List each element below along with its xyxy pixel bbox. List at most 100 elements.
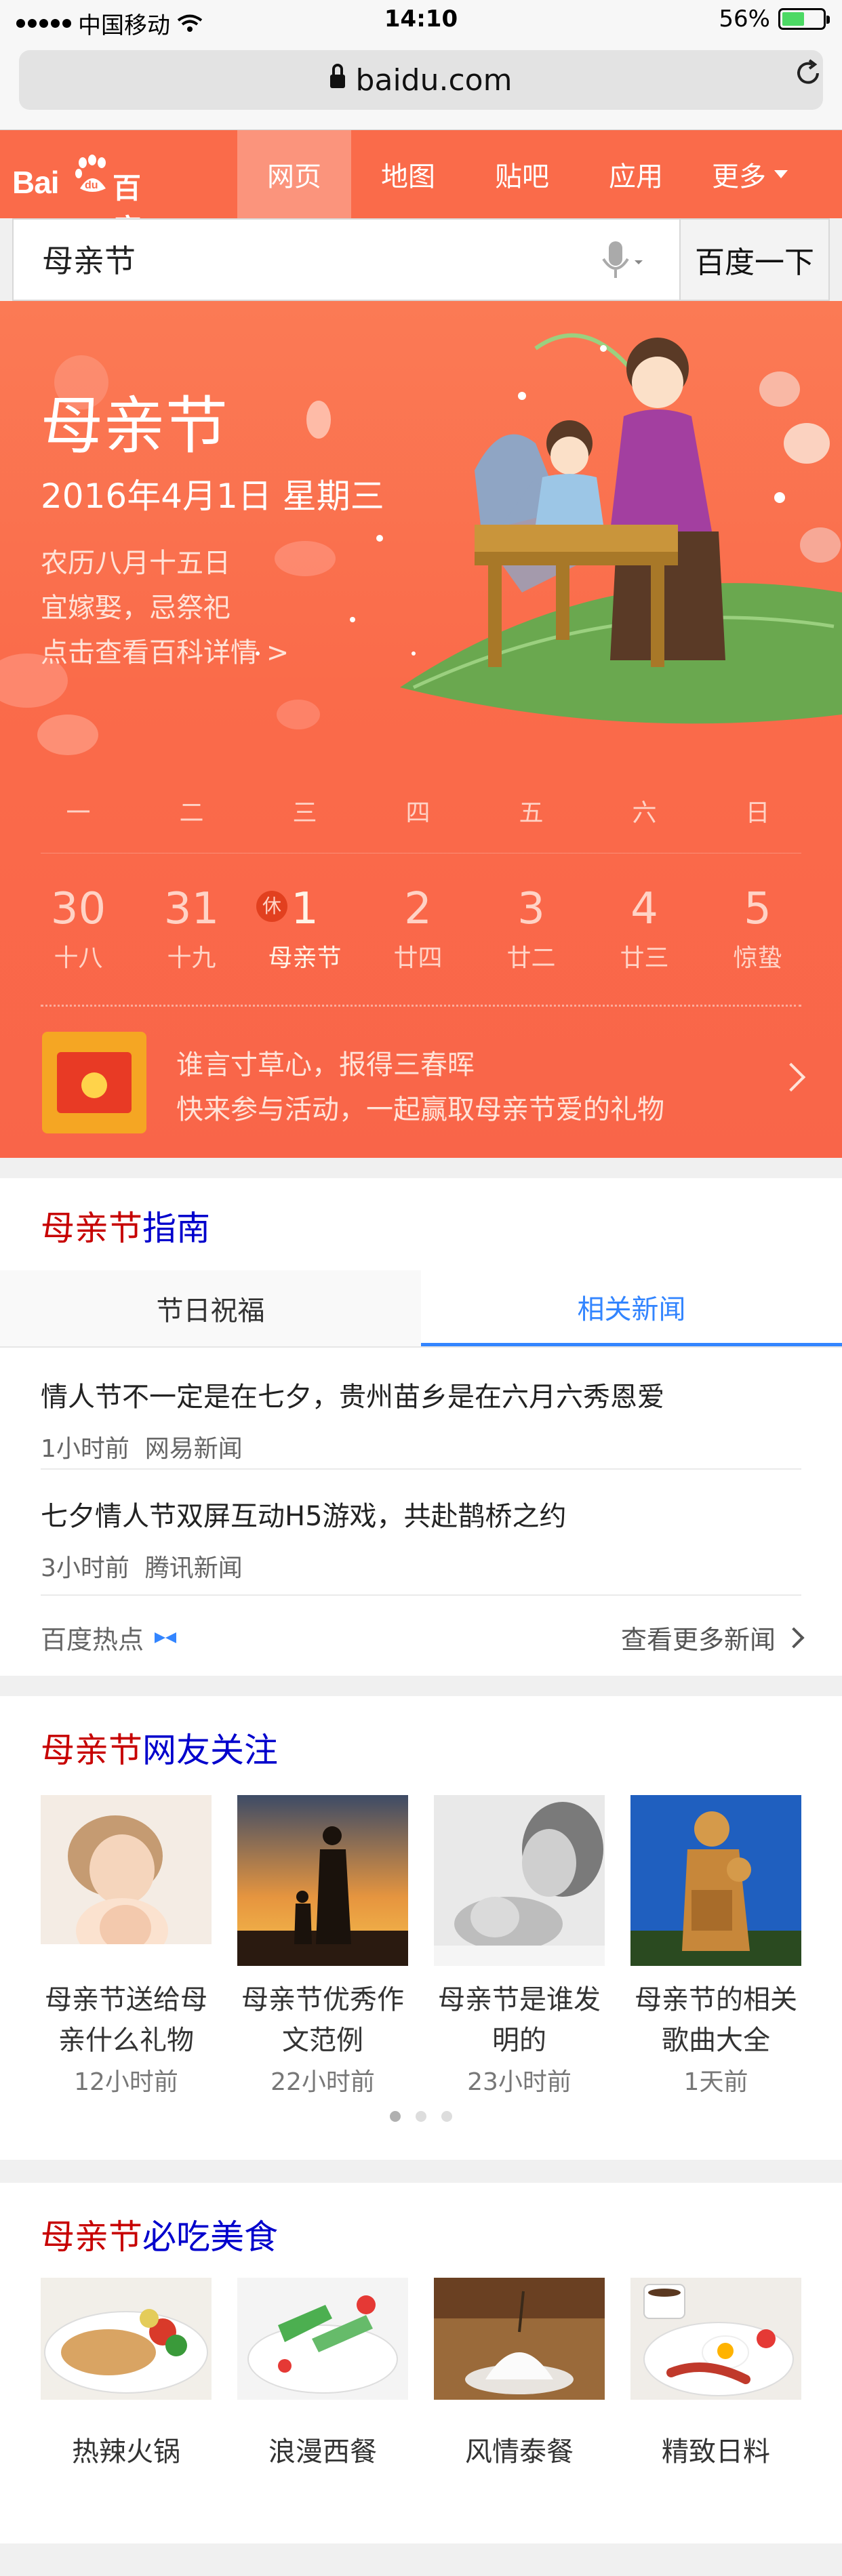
netizen-list: 母亲节送给母 亲什么礼物 12小时前 母亲节优秀作 文范例 22小时前 母亲节是… bbox=[41, 1795, 801, 2097]
red-envelope-icon bbox=[42, 1032, 146, 1133]
news-meta: 3小时前 腾讯新闻 bbox=[41, 1554, 243, 1582]
food-name: 热辣火锅 bbox=[72, 2436, 180, 2468]
nav-item-tieba[interactable]: 贴吧 bbox=[465, 130, 579, 218]
statue-photo bbox=[630, 1795, 801, 1966]
tab-greetings[interactable]: 节日祝福 bbox=[0, 1270, 421, 1346]
weekday-label: 二 bbox=[179, 799, 204, 827]
nav-item-apps[interactable]: 应用 bbox=[579, 130, 693, 218]
reload-icon[interactable] bbox=[793, 58, 823, 88]
guide-tabs: 节日祝福 相关新闻 bbox=[0, 1270, 842, 1348]
food-item[interactable]: 热辣火锅 bbox=[41, 2278, 212, 2469]
lock-icon bbox=[329, 64, 345, 89]
carousel-dot[interactable] bbox=[390, 2111, 401, 2122]
food-item[interactable]: 浪漫西餐 bbox=[237, 2278, 408, 2469]
calendar-day[interactable]: 31 十九 bbox=[135, 885, 248, 973]
logo-text: Bai bbox=[12, 165, 60, 200]
calendar-day[interactable]: 5 惊蛰 bbox=[701, 885, 814, 973]
nav-item-map[interactable]: 地图 bbox=[351, 130, 465, 218]
baidu-logo[interactable]: Bai du 百度 bbox=[12, 155, 161, 246]
news-title[interactable]: 情人节不一定是在七夕，贵州苗乡是在六月六秀恩爱 bbox=[41, 1375, 801, 1414]
dessert-photo bbox=[434, 2278, 605, 2400]
battery-info: 56% bbox=[719, 5, 830, 33]
calendar-day[interactable]: 4 廿三 bbox=[588, 885, 701, 973]
news-item[interactable]: 七夕情人节双屏互动H5游戏，共赴鹊桥之约 3小时前 腾讯新闻 bbox=[41, 1494, 801, 1584]
weekday-label: 六 bbox=[632, 799, 657, 827]
calendar-day[interactable]: 2 廿四 bbox=[361, 885, 475, 973]
more-news-link[interactable]: 查看更多新闻 bbox=[621, 1619, 805, 1656]
netizen-item[interactable]: 母亲节是谁发 明的 23小时前 bbox=[434, 1795, 605, 2097]
food-item[interactable]: 风情泰餐 bbox=[434, 2278, 605, 2469]
baike-link[interactable]: 点击查看百科详情 > bbox=[41, 630, 289, 670]
netizen-attention-card: 母亲节网友关注 母亲节送给母 亲什么礼物 12小时前 母亲节优秀作 文范例 22… bbox=[0, 1696, 842, 2160]
guide-card: 母亲节指南 节日祝福 相关新闻 情人节不一定是在七夕，贵州苗乡是在六月六秀恩爱 … bbox=[0, 1178, 842, 1676]
food-name: 风情泰餐 bbox=[465, 2436, 574, 2468]
item-time: 1天前 bbox=[683, 2068, 748, 2096]
news-divider bbox=[41, 1468, 801, 1470]
holiday-date: 2016年4月1日 星期三 bbox=[41, 477, 384, 516]
netizen-item[interactable]: 母亲节优秀作 文范例 22小时前 bbox=[237, 1795, 408, 2097]
breakfast-photo bbox=[630, 2278, 801, 2400]
weekday-label: 三 bbox=[292, 799, 317, 827]
netizen-item[interactable]: 母亲节的相关 歌曲大全 1天前 bbox=[630, 1795, 801, 2097]
holiday-badge: 休 bbox=[256, 891, 287, 922]
food-title: 母亲节必吃美食 bbox=[41, 2217, 278, 2257]
grilled-dish-photo bbox=[41, 2278, 212, 2400]
mothers-day-card: 母亲节 2016年4月1日 星期三 农历八月十五日 宜嫁娶，忌祭祀 点击查看百科… bbox=[0, 301, 842, 1158]
chevron-right-icon bbox=[776, 1062, 806, 1092]
mother-kissing-baby-photo bbox=[434, 1795, 605, 1966]
item-title: 母亲节送给母 亲什么礼物 bbox=[45, 1984, 207, 2056]
address-field[interactable]: baidu.com bbox=[19, 50, 823, 110]
clock: 14:10 bbox=[384, 5, 458, 33]
weekday-label: 四 bbox=[405, 799, 430, 827]
carousel-dot[interactable] bbox=[441, 2111, 452, 2122]
weekday-header: 一 二 三 四 五 六 日 bbox=[0, 793, 842, 828]
microphone-icon[interactable] bbox=[598, 239, 645, 286]
nav-item-web[interactable]: 网页 bbox=[237, 130, 351, 218]
baidu-hot-link[interactable]: 百度热点 bbox=[41, 1619, 179, 1656]
carousel-dot[interactable] bbox=[416, 2111, 426, 2122]
mother-baby-photo bbox=[41, 1795, 212, 1966]
item-time: 12小时前 bbox=[74, 2068, 178, 2096]
item-title: 母亲节的相关 歌曲大全 bbox=[635, 1984, 797, 2056]
chevron-down-icon bbox=[774, 170, 788, 178]
guide-title: 母亲节指南 bbox=[41, 1209, 210, 1248]
baidu-header: Bai du 百度 网页 地图 贴吧 应用 更多 bbox=[0, 130, 842, 246]
carousel-indicator[interactable] bbox=[0, 2111, 842, 2122]
nav-item-more[interactable]: 更多 bbox=[693, 130, 807, 218]
news-item[interactable]: 情人节不一定是在七夕，贵州苗乡是在六月六秀恩爱 1小时前 网易新闻 bbox=[41, 1375, 801, 1464]
weekday-label: 一 bbox=[66, 799, 91, 827]
tab-related-news[interactable]: 相关新闻 bbox=[421, 1270, 842, 1346]
calendar-day[interactable]: 3 廿二 bbox=[475, 885, 588, 973]
item-title: 母亲节是谁发 明的 bbox=[438, 1984, 601, 2056]
food-name: 浪漫西餐 bbox=[268, 2436, 377, 2468]
promo-headline: 谁言寸草心，报得三春晖 bbox=[176, 1049, 475, 1081]
food-item[interactable]: 精致日料 bbox=[630, 2278, 801, 2469]
food-list: 热辣火锅 浪漫西餐 风情泰餐 精致日料 bbox=[41, 2278, 801, 2469]
netizen-title: 母亲节网友关注 bbox=[41, 1731, 278, 1770]
status-bar: 中国移动 14:10 56% bbox=[0, 0, 842, 43]
promo-banner[interactable]: 谁言寸草心，报得三春晖 快来参与活动，一起赢取母亲节爱的礼物 bbox=[0, 1022, 842, 1138]
calendar-day[interactable]: 30 十八 bbox=[22, 885, 135, 973]
chevron-right-icon bbox=[783, 1626, 805, 1649]
search-button[interactable]: 百度一下 bbox=[679, 220, 828, 300]
netizen-item[interactable]: 母亲节送给母 亲什么礼物 12小时前 bbox=[41, 1795, 212, 2097]
peppers-dish-photo bbox=[237, 2278, 408, 2400]
item-time: 23小时前 bbox=[467, 2068, 572, 2096]
sunset-silhouette-photo bbox=[237, 1795, 408, 1966]
item-time: 22小时前 bbox=[270, 2068, 375, 2096]
lunar-date: 农历八月十五日 bbox=[41, 548, 230, 579]
paw-logo-icon: du bbox=[75, 155, 106, 192]
mother-child-illustration bbox=[400, 333, 842, 724]
top-nav: 网页 地图 贴吧 应用 更多 bbox=[237, 130, 807, 218]
calendar-day-mothers-day[interactable]: 休1 母亲节 bbox=[248, 885, 361, 973]
item-title: 母亲节优秀作 文范例 bbox=[241, 1984, 404, 2056]
weekday-label: 日 bbox=[745, 799, 770, 827]
must-eat-food-card: 母亲节必吃美食 热辣火锅 浪漫西餐 风情泰餐 精致日料 bbox=[0, 2183, 842, 2543]
almanac-text: 宜嫁娶，忌祭祀 bbox=[41, 592, 230, 624]
news-divider bbox=[41, 1594, 801, 1596]
battery-percent: 56% bbox=[719, 5, 770, 33]
news-title[interactable]: 七夕情人节双屏互动H5游戏，共赴鹊桥之约 bbox=[41, 1494, 801, 1533]
url-text: baidu.com bbox=[355, 62, 513, 98]
search-input[interactable] bbox=[41, 240, 583, 278]
battery-icon bbox=[778, 8, 830, 30]
